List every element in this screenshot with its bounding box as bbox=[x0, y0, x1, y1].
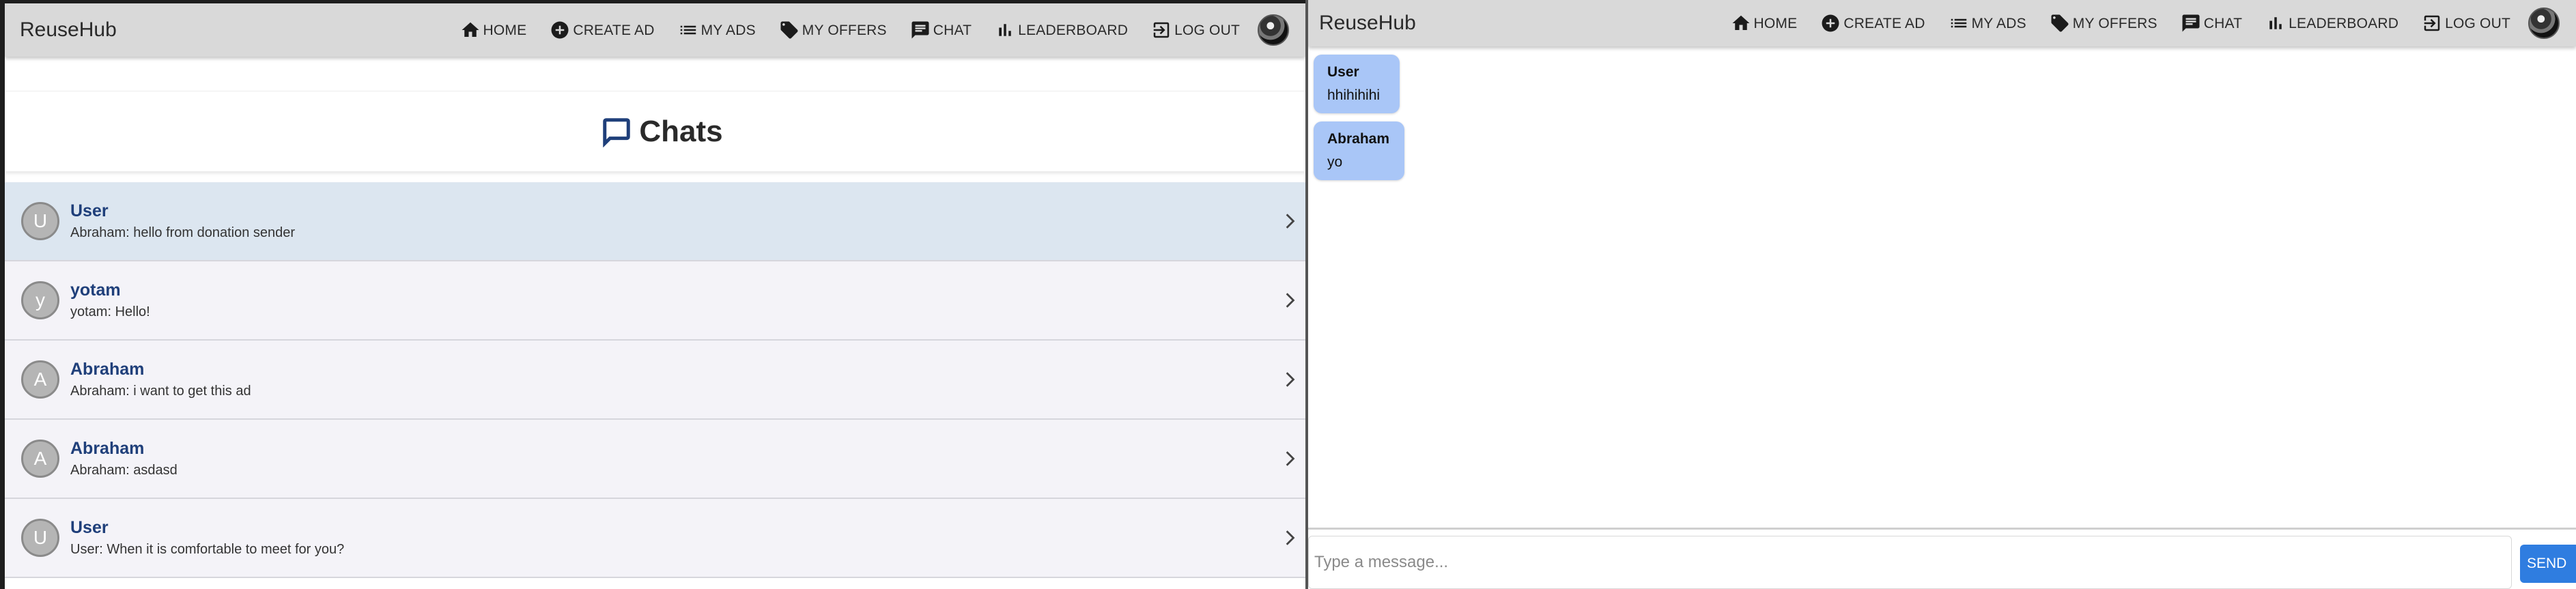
send-button[interactable]: SEND bbox=[2520, 544, 2576, 583]
chat-preview: yotam: Hello! bbox=[70, 304, 150, 319]
tag-icon bbox=[2051, 14, 2069, 32]
chat-list-item[interactable]: y yotam yotam: Hello! bbox=[5, 261, 1305, 341]
nav-menu: HOME CREATE AD MY ADS MY OFFERS CHAT LEA… bbox=[1708, 8, 2560, 39]
nav-log-out[interactable]: LOG OUT bbox=[1151, 20, 1240, 40]
chats-header: Chats bbox=[5, 91, 1305, 171]
brand-logo[interactable]: ReuseHub bbox=[20, 18, 117, 42]
chat-name: yotam bbox=[70, 281, 121, 300]
nav-create-ad[interactable]: CREATE AD bbox=[550, 20, 654, 40]
message-sender: User bbox=[1327, 64, 1359, 80]
chat-list-window: ReuseHub HOME CREATE AD MY ADS MY OFFERS… bbox=[0, 0, 1305, 589]
message-text: hhihihihi bbox=[1327, 87, 1381, 103]
chat-name: Abraham bbox=[70, 360, 145, 379]
chat-room-window: ReuseHub HOME CREATE AD MY ADS MY OFFERS… bbox=[1305, 0, 2576, 589]
user-avatar[interactable] bbox=[1258, 14, 1289, 46]
nav-my-ads[interactable]: MY ADS bbox=[678, 20, 756, 40]
avatar: U bbox=[21, 519, 59, 557]
logout-icon bbox=[1153, 22, 1170, 38]
avatar: U bbox=[21, 202, 59, 240]
nav-chat[interactable]: CHAT bbox=[910, 20, 972, 40]
nav-leaderboard[interactable]: LEADERBOARD bbox=[995, 20, 1128, 40]
plus-circle-icon bbox=[1822, 14, 1839, 32]
nav-create-ad[interactable]: CREATE AD bbox=[1820, 13, 1925, 33]
avatar: A bbox=[21, 360, 59, 399]
message-list: User hhihihihi Abraham yo bbox=[1314, 55, 1405, 188]
nav-home[interactable]: HOME bbox=[1731, 13, 1798, 33]
message-sender: Abraham bbox=[1327, 131, 1390, 147]
brand-logo[interactable]: ReuseHub bbox=[1319, 12, 1416, 35]
logout-icon bbox=[2424, 15, 2440, 31]
chat-list-item[interactable]: U User Abraham: hello from donation send… bbox=[5, 182, 1305, 261]
chevron-right-icon bbox=[1281, 210, 1299, 232]
chat-icon bbox=[2182, 14, 2200, 32]
plus-circle-icon bbox=[551, 21, 569, 39]
avatar: y bbox=[21, 281, 59, 319]
home-icon bbox=[462, 22, 479, 37]
tag-icon bbox=[780, 21, 798, 39]
page-title: Chats bbox=[639, 114, 723, 148]
navbar: ReuseHub HOME CREATE AD MY ADS MY OFFERS… bbox=[5, 3, 1305, 57]
chat-list-item[interactable]: A Abraham Abraham: i want to get this ad bbox=[5, 341, 1305, 420]
chevron-right-icon bbox=[1281, 527, 1299, 549]
bar-chart-icon bbox=[2269, 17, 2282, 29]
chat-preview: User: When it is comfortable to meet for… bbox=[70, 542, 345, 557]
avatar: A bbox=[21, 440, 59, 478]
bar-chart-icon bbox=[999, 24, 1011, 36]
nav-log-out[interactable]: LOG OUT bbox=[2422, 13, 2510, 33]
chat-name: User bbox=[70, 201, 109, 220]
message-composer: Type a message... SEND bbox=[1308, 528, 2576, 589]
navbar: ReuseHub HOME CREATE AD MY ADS MY OFFERS… bbox=[1308, 0, 2576, 46]
list-icon bbox=[680, 25, 696, 35]
chat-preview: Abraham: hello from donation sender bbox=[70, 225, 296, 240]
message-bubble: Abraham yo bbox=[1314, 121, 1405, 180]
chat-preview: Abraham: i want to get this ad bbox=[70, 384, 251, 399]
chat-list-item[interactable]: A Abraham Abraham: asdasd bbox=[5, 420, 1305, 499]
chevron-right-icon bbox=[1281, 289, 1299, 311]
message-text: yo bbox=[1327, 154, 1343, 170]
chat-bubble-icon bbox=[603, 117, 631, 147]
chat-list: U User Abraham: hello from donation send… bbox=[5, 182, 1305, 578]
nav-menu: HOME CREATE AD MY ADS MY OFFERS CHAT LEA… bbox=[437, 14, 1289, 46]
chevron-right-icon bbox=[1281, 369, 1299, 390]
chat-name: Abraham bbox=[70, 439, 145, 458]
chevron-right-icon bbox=[1281, 448, 1299, 470]
chat-list-item[interactable]: U User User: When it is comfortable to m… bbox=[5, 499, 1305, 578]
message-bubble: User hhihihihi bbox=[1314, 55, 1400, 113]
chat-icon bbox=[911, 21, 929, 39]
list-icon bbox=[1951, 18, 1966, 28]
home-icon bbox=[1732, 15, 1750, 30]
chat-preview: Abraham: asdasd bbox=[70, 463, 178, 478]
message-input[interactable]: Type a message... bbox=[1308, 535, 2512, 589]
nav-my-offers[interactable]: MY OFFERS bbox=[2050, 13, 2157, 33]
nav-my-ads[interactable]: MY ADS bbox=[1949, 13, 2026, 33]
chat-name: User bbox=[70, 518, 109, 537]
nav-chat[interactable]: CHAT bbox=[2181, 13, 2242, 33]
nav-my-offers[interactable]: MY OFFERS bbox=[779, 20, 887, 40]
user-avatar[interactable] bbox=[2528, 8, 2560, 39]
nav-home[interactable]: HOME bbox=[460, 20, 527, 40]
nav-leaderboard[interactable]: LEADERBOARD bbox=[2265, 13, 2398, 33]
